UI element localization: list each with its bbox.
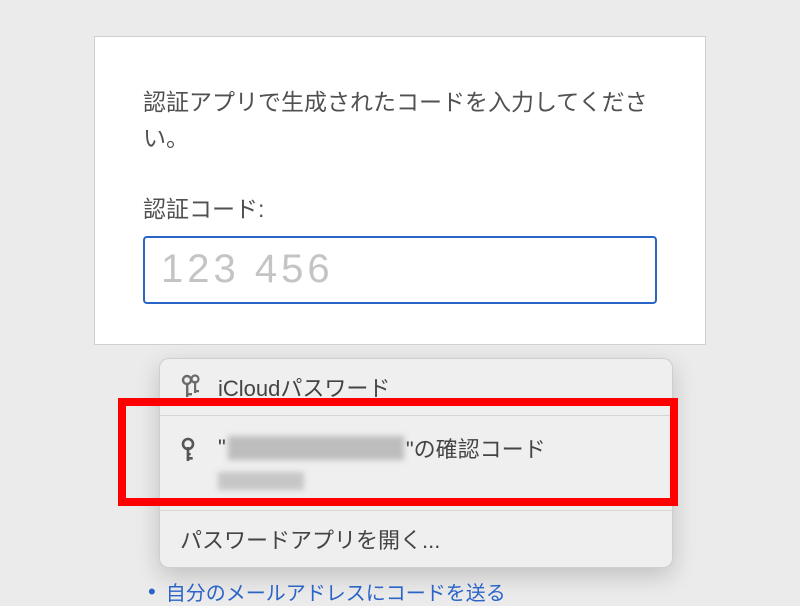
key-icon (178, 436, 206, 464)
quote-open: " (218, 435, 226, 461)
instruction-text: 認証アプリで生成されたコードを入力してください。 (143, 85, 657, 156)
autofill-popup: iCloudパスワード " "の確認コード パスワードアプリを開く... (159, 358, 673, 568)
code-suffix-text: "の確認コード (406, 432, 546, 464)
popup-item-open-app[interactable]: パスワードアプリを開く... (160, 511, 672, 567)
email-code-link-row: • 自分のメールアドレスにコードを送る (148, 577, 506, 606)
redacted-code-value (218, 472, 304, 490)
bullet-icon: • (148, 579, 156, 605)
send-code-email-link[interactable]: 自分のメールアドレスにコードを送る (166, 577, 506, 606)
open-app-label: パスワードアプリを開く... (180, 523, 440, 555)
popup-icloud-label: iCloudパスワード (218, 371, 390, 403)
code-title-line: " "の確認コード (218, 432, 546, 464)
redacted-account-name (228, 436, 404, 460)
popup-item-verification-code[interactable]: " "の確認コード (160, 416, 672, 510)
code-label: 認証コード: (143, 190, 657, 224)
code-text-wrap: " "の確認コード (218, 432, 546, 490)
keys-icon (178, 373, 206, 401)
auth-code-input[interactable] (143, 236, 657, 304)
popup-item-icloud[interactable]: iCloudパスワード (160, 359, 672, 415)
auth-card: 認証アプリで生成されたコードを入力してください。 認証コード: 認証 (94, 36, 706, 345)
